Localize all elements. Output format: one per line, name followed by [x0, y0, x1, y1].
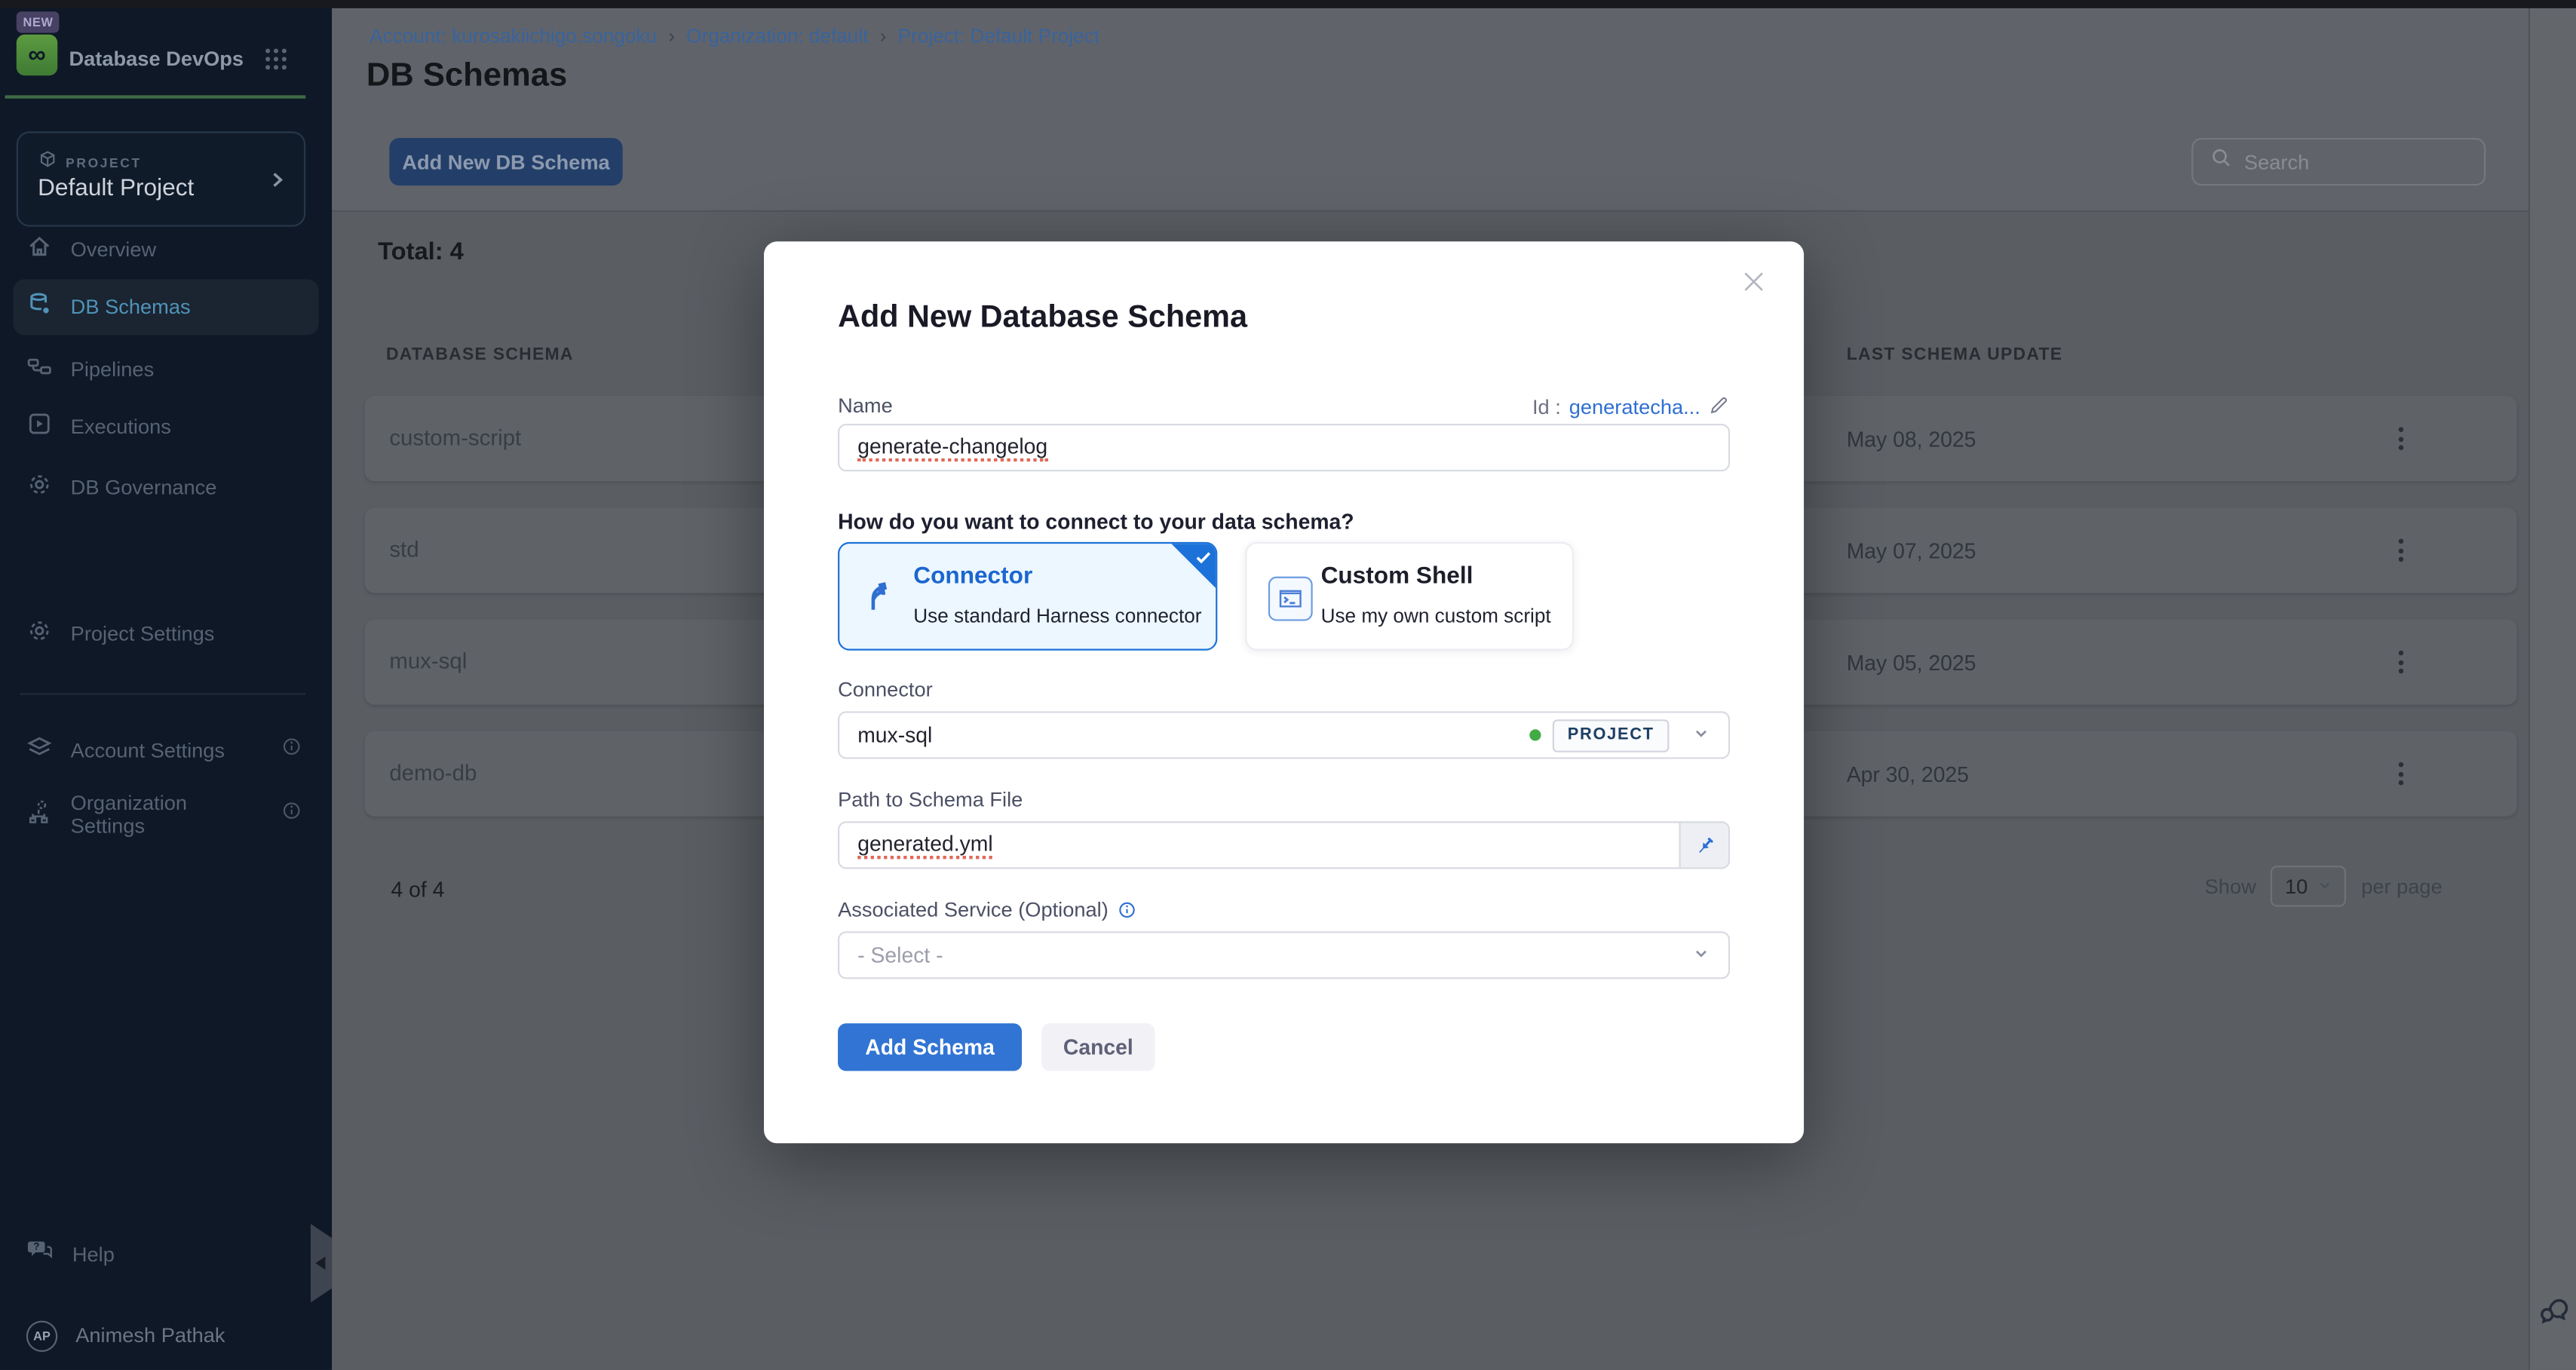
add-schema-button[interactable]: Add Schema — [838, 1023, 1022, 1071]
info-icon[interactable] — [281, 800, 302, 829]
cancel-button[interactable]: Cancel — [1041, 1023, 1155, 1071]
modal-title: Add New Database Schema — [838, 301, 1247, 337]
sidebar-item-help[interactable]: ? Help — [13, 1234, 318, 1277]
sidebar: NEW ∞ Database DevOps PROJECT Default Pr… — [0, 0, 332, 1370]
brand-divider — [5, 95, 306, 98]
path-field-wrapper: generated.yml — [838, 821, 1730, 869]
screen: NEW ∞ Database DevOps PROJECT Default Pr… — [0, 0, 2576, 1370]
sidebar-item-executions[interactable]: Executions — [13, 406, 318, 449]
option-card-connector[interactable]: Connector Use standard Harness connector — [838, 542, 1217, 651]
db-schema-icon — [26, 290, 53, 325]
row-menu-kebab-icon[interactable] — [2385, 422, 2415, 455]
breadcrumb: Account: kurosakiichigo.songoku › Organi… — [370, 25, 1099, 48]
scope-badge: PROJECT — [1553, 719, 1669, 752]
path-label: Path to Schema File — [838, 789, 1023, 812]
close-icon[interactable] — [1740, 268, 1768, 304]
window-top-strip — [0, 0, 2576, 8]
id-value-link[interactable]: generatecha... — [1569, 396, 1700, 418]
pagination-count: 4 of 4 — [391, 877, 444, 902]
per-page-label: per page — [2361, 875, 2443, 898]
sidebar-item-project-settings[interactable]: Project Settings — [13, 613, 318, 656]
total-count: Total: 4 — [378, 238, 464, 266]
layers-icon — [26, 734, 53, 768]
pagination-controls: Show 10 per page — [2205, 866, 2443, 906]
project-name: Default Project — [38, 176, 194, 202]
gear-icon — [26, 617, 53, 651]
project-selector[interactable]: PROJECT Default Project — [17, 131, 305, 226]
sidebar-item-db-governance[interactable]: DB Governance — [13, 467, 318, 510]
option-card-custom-shell[interactable]: Custom Shell Use my own custom script — [1245, 542, 1574, 651]
search-icon — [2210, 146, 2233, 177]
breadcrumb-org-link[interactable]: Organization: default — [686, 25, 868, 48]
new-badge: NEW — [17, 11, 60, 32]
info-icon[interactable] — [1117, 902, 1136, 925]
info-icon[interactable] — [281, 736, 302, 765]
chevron-down-icon — [2316, 875, 2332, 898]
path-field[interactable]: generated.yml — [839, 823, 1679, 867]
name-label: Name — [838, 394, 893, 418]
connector-select[interactable]: mux-sql PROJECT — [838, 711, 1730, 759]
org-hierarchy-icon — [26, 798, 53, 832]
terminal-icon — [1268, 577, 1313, 621]
edit-pencil-icon[interactable] — [1709, 394, 1730, 421]
row-menu-kebab-icon[interactable] — [2385, 645, 2415, 679]
service-label: Associated Service (Optional) — [838, 899, 1136, 925]
pin-button[interactable] — [1679, 823, 1728, 867]
cube-icon — [38, 148, 57, 177]
pipelines-icon — [26, 352, 53, 387]
breadcrumb-separator: › — [668, 25, 675, 48]
show-label: Show — [2205, 875, 2256, 898]
sidebar-item-pipelines[interactable]: Pipelines — [13, 348, 318, 391]
right-gutter — [2528, 8, 2576, 1370]
page-size-select[interactable]: 10 — [2271, 866, 2346, 906]
check-icon — [1194, 545, 1213, 575]
breadcrumb-account-link[interactable]: Account: kurosakiichigo.songoku — [370, 25, 657, 48]
row-menu-kebab-icon[interactable] — [2385, 757, 2415, 790]
project-label: PROJECT — [66, 155, 142, 170]
sidebar-divider — [20, 693, 305, 694]
breadcrumb-project-link[interactable]: Project: Default Project — [898, 25, 1099, 48]
executions-icon — [26, 410, 53, 445]
schema-id-row: Id : generatecha... — [1532, 394, 1730, 421]
help-chat-icon: ? — [26, 1237, 54, 1273]
sidebar-item-overview[interactable]: Overview — [13, 228, 318, 271]
breadcrumb-separator: › — [880, 25, 887, 48]
sidebar-collapse-handle[interactable] — [311, 1224, 332, 1303]
governance-gear-icon — [26, 470, 53, 505]
connector-label: Connector — [838, 679, 933, 701]
module-grid-icon[interactable] — [263, 46, 290, 81]
add-schema-modal: Add New Database Schema Name Id : genera… — [764, 241, 1804, 1143]
brand-title: Database DevOps — [69, 48, 244, 70]
row-menu-kebab-icon[interactable] — [2385, 534, 2415, 567]
column-header-database-schema: DATABASE SCHEMA — [386, 345, 574, 364]
chevron-right-icon — [266, 169, 287, 198]
user-name: Animesh Pathak — [75, 1324, 225, 1347]
sidebar-item-db-schemas[interactable]: DB Schemas — [13, 279, 318, 335]
service-select[interactable]: - Select - — [838, 931, 1730, 979]
avatar: AP — [26, 1319, 57, 1350]
database-devops-logo-icon: ∞ — [17, 35, 57, 75]
home-icon — [26, 232, 53, 267]
page-title: DB Schemas — [366, 57, 567, 95]
branch-arrows-icon — [861, 577, 900, 624]
search-input[interactable] — [2244, 150, 2458, 173]
sidebar-item-organization-settings[interactable]: Organization Settings — [13, 793, 318, 836]
name-field[interactable]: generate-changelog — [838, 424, 1730, 471]
id-prefix: Id : — [1532, 396, 1561, 418]
add-new-db-schema-button[interactable]: Add New DB Schema — [389, 138, 622, 185]
connect-question: How do you want to connect to your data … — [838, 509, 1354, 534]
sidebar-item-account-settings[interactable]: Account Settings — [13, 729, 318, 772]
user-menu[interactable]: AP Animesh Pathak — [13, 1314, 318, 1357]
chat-bubbles-icon[interactable] — [2538, 1296, 2571, 1337]
column-header-last-schema-update: LAST SCHEMA UPDATE — [1847, 345, 2063, 364]
connector-status-dot — [1530, 729, 1541, 740]
svg-text:?: ? — [33, 1241, 39, 1252]
chevron-down-icon — [1692, 723, 1710, 748]
collapse-left-icon — [315, 1257, 325, 1270]
search-input-wrapper — [2191, 138, 2486, 185]
chevron-down-icon — [1692, 942, 1710, 967]
